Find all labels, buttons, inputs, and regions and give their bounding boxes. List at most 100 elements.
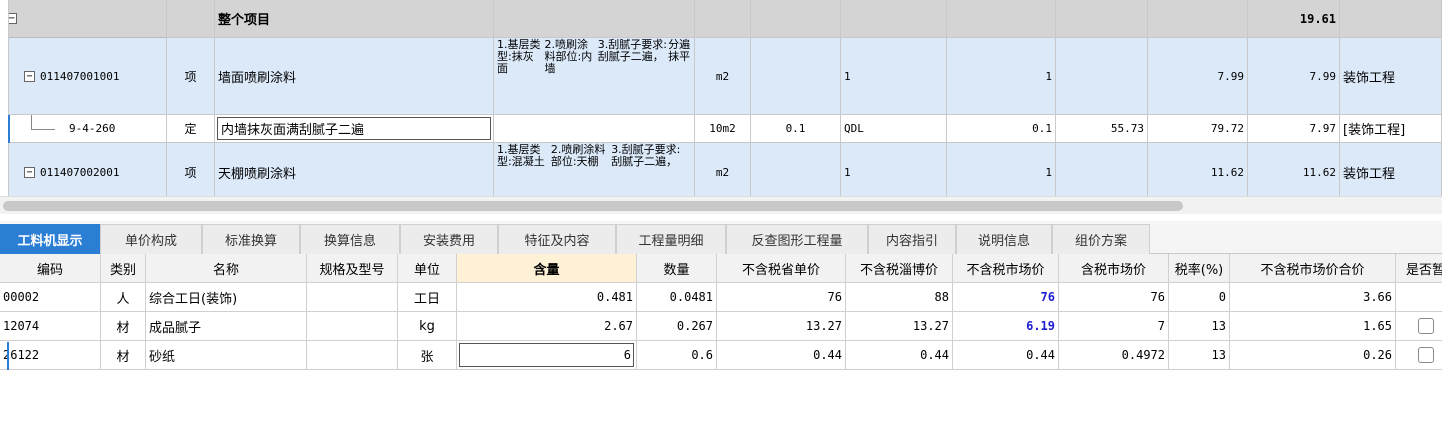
price-cell — [1056, 38, 1148, 115]
spec-cell — [307, 312, 398, 341]
provisional-checkbox[interactable] — [1417, 318, 1434, 334]
category-cell: 人 — [101, 283, 146, 312]
column-header-spec[interactable]: 规格及型号 — [307, 254, 398, 283]
content-cell: 0.1 — [751, 115, 841, 143]
features-cell — [494, 0, 695, 38]
major-cell — [1340, 0, 1442, 38]
detail-tab-bar: 工料机显示 单价构成 标准换算 换算信息 安装费用 特征及内容 工程量明细 反查图形工程量 内容… — [0, 221, 1442, 254]
code-cell: − — [9, 0, 167, 38]
provisional-cell[interactable] — [1396, 312, 1442, 341]
total-cell: 7.97 — [1248, 115, 1340, 143]
unit-price-cell: 7.99 — [1148, 38, 1248, 115]
column-header-temp[interactable]: 是否暂 — [1396, 254, 1442, 283]
category-cell: 材 — [101, 341, 146, 370]
table-row[interactable]: 12074 材成品腻子 kg 2.67 0.267 13.27 13.27 6.19 7 13 1.… — [0, 312, 1442, 341]
item-code: 011407001001 — [40, 69, 120, 83]
quantity-cell — [947, 0, 1056, 38]
bill-items-grid: − 整个项目 19.61 −011407001001项墙面喷刷涂料1.基层类型:抹灰… — [0, 0, 1442, 196]
column-header-name[interactable]: 名称 — [146, 254, 307, 283]
tree-connector — [31, 129, 55, 130]
tree-connector — [31, 115, 32, 129]
table-row-quota[interactable]: 9-4-260 定内墙抹灰面满刮腻子二遍 10m2 0.1 QDL 0.1 55.73 79.… — [0, 115, 1442, 143]
tab-8[interactable]: 反查图形工程量 — [726, 224, 868, 254]
tab-10[interactable]: 说明信息 — [956, 224, 1052, 254]
category-cell: 材 — [101, 312, 146, 341]
column-header-market_price[interactable]: 不含税市场价 — [953, 254, 1059, 283]
provisional-checkbox[interactable] — [1417, 347, 1434, 363]
table-row[interactable]: 00002 人综合工日(装饰) 工日 0.481 0.0481 76 88 76 76 0 3.66 — [0, 283, 1442, 312]
table-row-project[interactable]: − 整个项目 19.61 — [0, 0, 1442, 38]
provisional-cell[interactable] — [1396, 341, 1442, 370]
name-cell: 天棚喷刷涂料 — [215, 143, 494, 196]
major-cell: 装饰工程 — [1340, 143, 1442, 196]
column-header-content[interactable]: 含量 — [457, 254, 637, 283]
tab-2[interactable]: 单价构成 — [100, 224, 202, 254]
spec-cell — [307, 341, 398, 370]
tab-11[interactable]: 组价方案 — [1052, 224, 1150, 254]
tab-3[interactable]: 标准换算 — [202, 224, 300, 254]
unit-cell — [695, 0, 751, 38]
expression-cell: 1 — [841, 143, 947, 196]
unit-cell: 张 — [398, 341, 457, 370]
code-cell: −011407001001 — [9, 38, 167, 115]
column-header-prov_price[interactable]: 不含税省单价 — [717, 254, 846, 283]
collapse-toggle-icon[interactable]: − — [24, 70, 35, 82]
province-price-cell: 76 — [717, 283, 846, 312]
tax-rate-cell: 13 — [1169, 341, 1230, 370]
collapse-toggle-icon[interactable]: − — [9, 13, 17, 24]
content-cell[interactable]: 6 — [457, 341, 637, 370]
table-row-item[interactable]: −011407001001 项墙面喷刷涂料 1.基层类型:抹灰面 2.喷刷涂料部位:内… — [0, 38, 1442, 115]
name-edit-field[interactable]: 内墙抹灰面满刮腻子二遍 — [217, 117, 491, 140]
code-cell: 26122 — [0, 341, 101, 370]
tab-1[interactable]: 工料机显示 — [0, 224, 100, 254]
column-header-total[interactable]: 不含税市场价合价 — [1230, 254, 1396, 283]
total-cell: 7.99 — [1248, 38, 1340, 115]
quantity-cell: 0.6 — [637, 341, 717, 370]
tax-price-cell: 76 — [1059, 283, 1169, 312]
total-cell: 11.62 — [1248, 143, 1340, 196]
content-cell — [751, 38, 841, 115]
column-header-category[interactable]: 类别 — [101, 254, 146, 283]
horizontal-scrollbar[interactable] — [0, 196, 1442, 214]
tax-rate-cell: 0 — [1169, 283, 1230, 312]
expression-cell: QDL — [841, 115, 947, 143]
expression-cell: 1 — [841, 38, 947, 115]
content-cell — [751, 143, 841, 196]
content-edit-field[interactable]: 6 — [459, 343, 634, 367]
tab-4[interactable]: 换算信息 — [300, 224, 400, 254]
tax-rate-cell: 13 — [1169, 312, 1230, 341]
quantity-cell: 0.267 — [637, 312, 717, 341]
content-cell: 0.481 — [457, 283, 637, 312]
table-row-item[interactable]: −011407002001 项天棚喷刷涂料 1.基层类型:混凝土 2.喷刷涂料部位:天… — [0, 143, 1442, 196]
tab-5[interactable]: 安装费用 — [400, 224, 498, 254]
feature-line: 1.基层类型:抹灰面 — [497, 38, 541, 75]
unit-cell: m2 — [695, 143, 751, 196]
column-header-tax_price[interactable]: 含税市场价 — [1059, 254, 1169, 283]
column-header-unit[interactable]: 单位 — [398, 254, 457, 283]
column-header-qty[interactable]: 数量 — [637, 254, 717, 283]
quantity-cell: 0.0481 — [637, 283, 717, 312]
column-header-code[interactable]: 编码 — [0, 254, 101, 283]
zibo-price-cell: 13.27 — [846, 312, 953, 341]
unit-cell: 10m2 — [695, 115, 751, 143]
code-cell: 12074 — [0, 312, 101, 341]
tab-6[interactable]: 特征及内容 — [498, 224, 616, 254]
table-row[interactable]: 26122 材砂纸张 6 0.6 0.44 0.44 0.44 0.4972 13 0.26 — [0, 341, 1442, 370]
scrollbar-thumb[interactable] — [3, 201, 1183, 211]
collapse-toggle-icon[interactable]: − — [24, 167, 35, 178]
feature-line: 2.喷刷涂料部位:内墙 — [544, 38, 593, 75]
column-header-tax_rate[interactable]: 税率(%) — [1169, 254, 1230, 283]
column-header-zibo_price[interactable]: 不含税淄博价 — [846, 254, 953, 283]
project-name-cell: 整个项目 — [215, 0, 494, 38]
tab-7[interactable]: 工程量明细 — [616, 224, 726, 254]
provisional-cell[interactable] — [1396, 283, 1442, 312]
features-cell — [494, 115, 695, 143]
price-cell — [1056, 143, 1148, 196]
unit-cell: kg — [398, 312, 457, 341]
zibo-price-cell: 0.44 — [846, 341, 953, 370]
current-row-marker — [8, 115, 10, 143]
tab-9[interactable]: 内容指引 — [868, 224, 956, 254]
name-cell[interactable]: 内墙抹灰面满刮腻子二遍 — [215, 115, 494, 143]
code-cell: −011407002001 — [9, 143, 167, 196]
total-cell: 19.61 — [1248, 0, 1340, 38]
